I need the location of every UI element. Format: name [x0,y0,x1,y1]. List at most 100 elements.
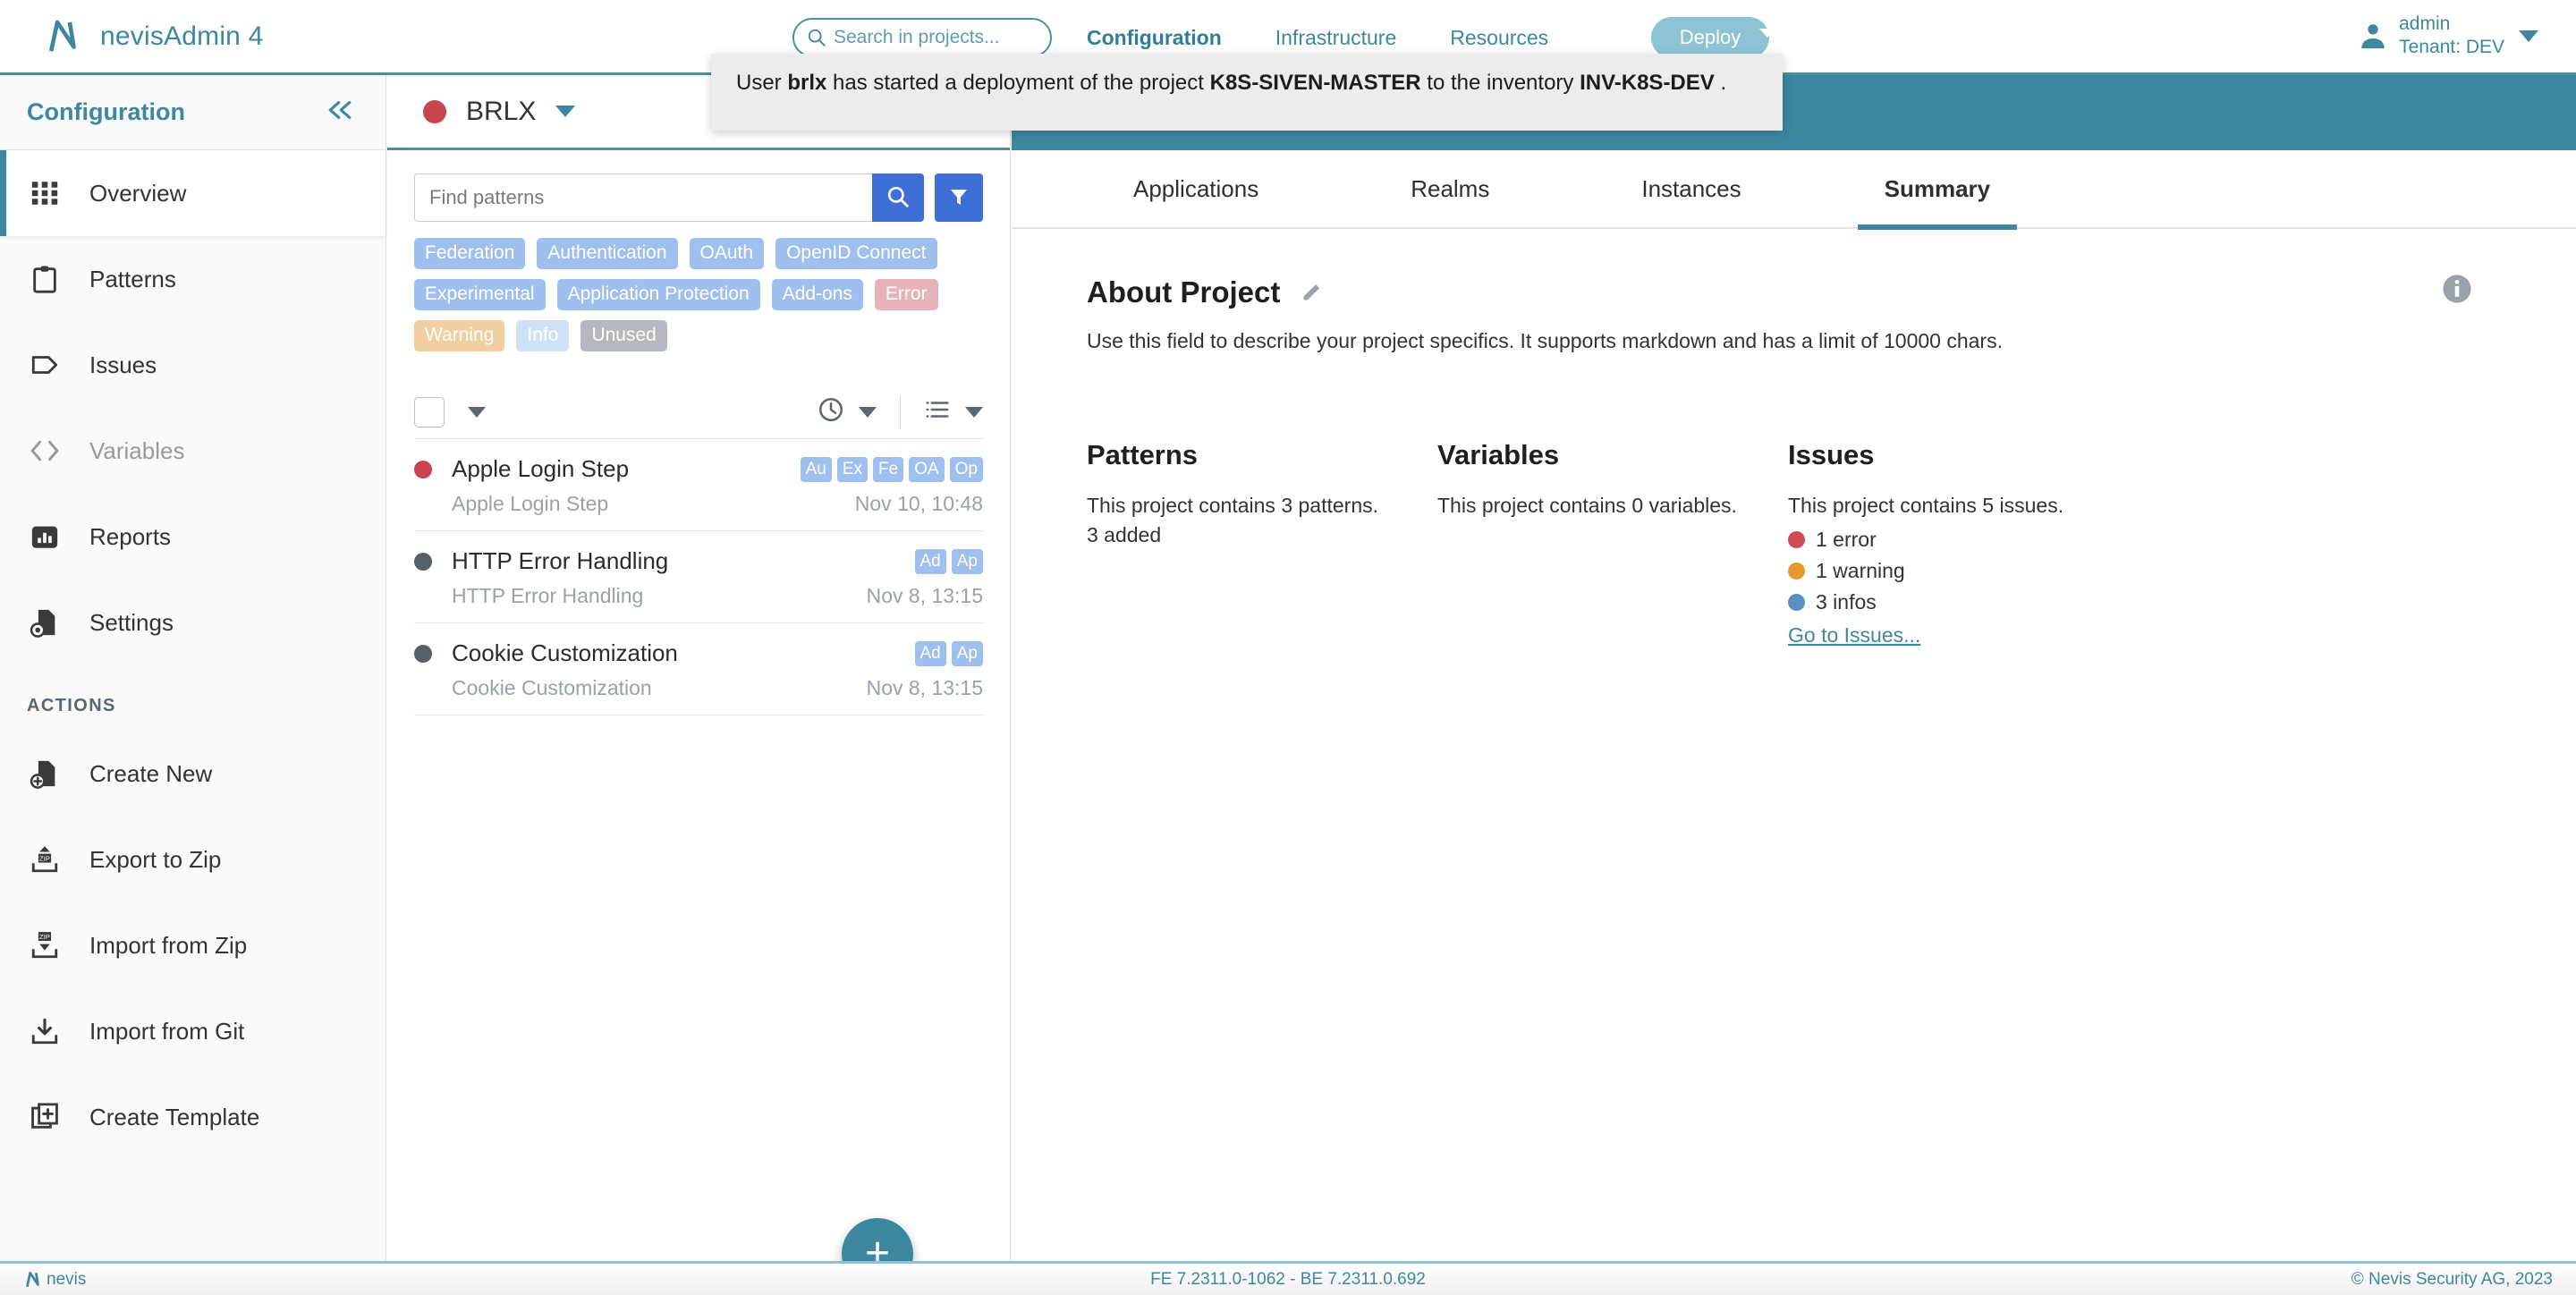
pattern-badge: Ap [951,640,983,666]
toast-inventory: INV-K8S-DEV [1580,71,1715,95]
content-tabs: Applications Realms Instances Summary [1012,149,2576,230]
summary-patterns-title: Patterns [1087,439,1199,470]
sidebar-item-issues[interactable]: Issues [0,322,386,408]
pattern-status-dot [414,644,432,663]
tab-applications[interactable]: Applications [1106,149,1285,228]
pattern-list-item[interactable]: Cookie Customization Ad Ap Cookie Custom… [414,623,983,715]
filter-button[interactable] [935,174,983,222]
issue-count-row: 1 warning [1788,559,2253,583]
sidebar-item-overview[interactable]: Overview [0,150,386,236]
search-input[interactable] [834,27,1038,48]
pattern-list-toolbar [414,385,983,439]
find-patterns-input[interactable] [414,174,872,222]
chip-openid-connect[interactable]: OpenID Connect [775,238,937,269]
sidebar-item-settings[interactable]: Settings [0,580,386,665]
chip-experimental[interactable]: Experimental [414,279,546,310]
sidebar-actions-header: ACTIONS [27,696,116,715]
pattern-list-item[interactable]: Apple Login Step Au Ex Fe OA Op Apple Lo… [414,439,983,531]
chip-authentication[interactable]: Authentication [537,238,678,269]
search-in-projects[interactable] [792,18,1052,57]
chip-unused[interactable]: Unused [580,320,667,351]
chip-application-protection[interactable]: Application Protection [556,279,760,310]
summary-issues-column: Issues This project contains 5 issues. 1… [1788,439,2253,648]
summary-variables-column: Variables This project contains 0 variab… [1437,439,1788,648]
main-content: Applications Realms Instances Summary Ab… [1012,75,2576,1261]
tab-summary[interactable]: Summary [1857,149,2018,230]
chip-error[interactable]: Error [874,279,938,310]
find-patterns-row [414,174,983,222]
clock-icon[interactable] [818,396,844,427]
about-project-description: Use this field to describe your project … [1087,329,2003,352]
download-icon [27,1013,63,1049]
sort-caret-icon[interactable] [859,406,877,418]
select-all-checkbox[interactable] [414,396,445,427]
file-gear-icon [27,605,63,640]
sidebar-action-create-template[interactable]: Create Template [0,1074,386,1160]
sidebar-action-label: Create Template [89,1103,260,1130]
pattern-title: HTTP Error Handling [452,547,669,574]
user-menu[interactable]: admin Tenant: DEV [2358,13,2538,60]
tab-instances[interactable]: Instances [1614,149,1767,228]
footer-version: FE 7.2311.0-1062 - BE 7.2311.0.692 [1150,1269,1426,1289]
issue-info-count: 3 infos [1816,590,1877,614]
summary-variables-title: Variables [1437,439,1560,470]
summary-patterns-column: Patterns This project contains 3 pattern… [1087,439,1437,648]
toast-suffix: . [1714,71,1727,95]
search-button[interactable] [872,174,924,222]
pattern-badge: Fe [873,456,904,482]
sidebar-action-import-from-zip[interactable]: ZIP Import from Zip [0,902,386,988]
sidebar-item-reports[interactable]: Reports [0,494,386,580]
about-project-title: About Project [1087,275,1281,309]
pattern-badge: OA [909,456,945,482]
deploy-dropdown-caret-icon[interactable] [1759,29,1775,38]
pattern-date: Nov 10, 10:48 [854,492,983,515]
warning-dot-icon [1788,563,1805,580]
sidebar-action-export-to-zip[interactable]: ZIP Export to Zip [0,817,386,902]
summary-issues-line1: This project contains 5 issues. [1788,494,2064,517]
pencil-icon[interactable] [1300,278,1325,308]
chevron-down-icon[interactable] [2519,30,2538,42]
pattern-status-dot [414,552,432,571]
pattern-badge: Op [949,456,983,482]
summary-patterns-line2: 3 added [1087,523,1162,547]
list-view-icon[interactable] [924,396,951,427]
info-dot-icon [1788,594,1805,612]
chip-add-ons[interactable]: Add-ons [771,279,863,310]
nevis-logo-icon [43,16,84,57]
pattern-status-dot [414,460,432,478]
sidebar-action-create-new[interactable]: Create New [0,731,386,817]
issue-error-count: 1 error [1816,528,1877,552]
chevron-double-left-icon[interactable] [325,99,355,126]
pattern-badge: Au [800,456,832,482]
tab-realms[interactable]: Realms [1384,149,1516,228]
about-project-section: About Project Use this field to describe… [1012,229,2576,353]
zip-download-icon: ZIP [27,927,63,963]
toast-project: K8S-SIVEN-MASTER [1209,71,1421,95]
sidebar-item-patterns[interactable]: Patterns [0,236,386,322]
sidebar-action-label: Create New [89,759,213,787]
sidebar-action-import-from-git[interactable]: Import from Git [0,988,386,1074]
chip-warning[interactable]: Warning [414,320,505,351]
chevron-down-icon[interactable] [555,106,576,117]
info-icon[interactable] [2442,274,2472,309]
pattern-title: Cookie Customization [452,639,678,666]
view-caret-icon[interactable] [965,406,983,418]
error-dot-icon [1788,531,1805,549]
chip-federation[interactable]: Federation [414,238,526,269]
file-plus-icon [27,756,63,791]
footer-copyright: © Nevis Security AG, 2023 [2351,1269,2553,1289]
select-all-caret-icon[interactable] [468,406,486,418]
toast-mid1: has started a deployment of the project [826,71,1210,95]
deploy-button[interactable]: Deploy [1651,17,1769,58]
sidebar-item-label: Overview [89,179,187,207]
chip-oauth[interactable]: OAuth [689,238,765,269]
pattern-badge: Ad [914,640,946,666]
pattern-list-item[interactable]: HTTP Error Handling Ad Ap HTTP Error Han… [414,531,983,623]
chip-info[interactable]: Info [516,320,570,351]
zip-upload-icon: ZIP [27,842,63,877]
app-brand[interactable]: nevisAdmin 4 [43,16,264,57]
configuration-sidebar: Configuration Overview Patterns Issues V… [0,75,386,1261]
go-to-issues-link[interactable]: Go to Issues... [1788,623,2253,648]
user-tenant: Tenant: DEV [2399,37,2504,58]
sidebar-item-variables[interactable]: Variables [0,408,386,494]
